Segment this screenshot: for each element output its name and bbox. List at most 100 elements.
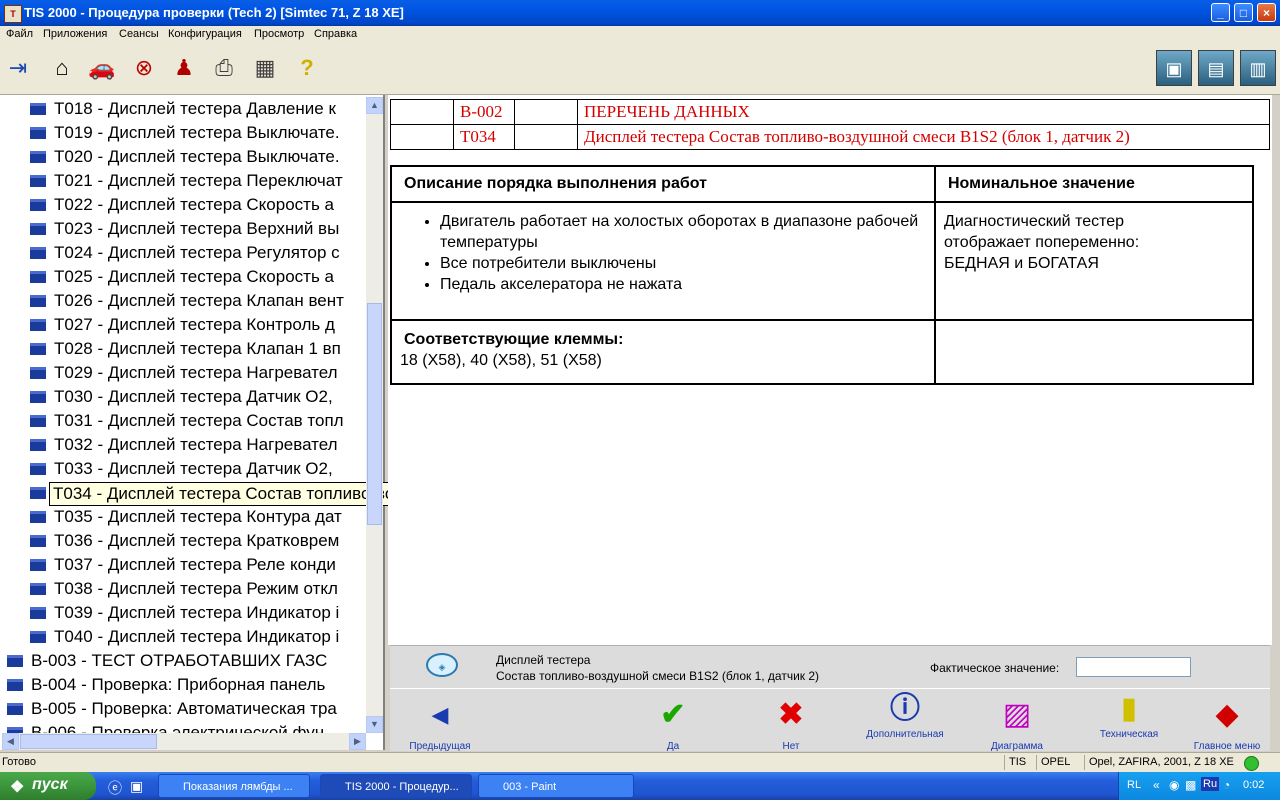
tree-item[interactable]: T038 - Дисплей тестера Режим откл (30, 577, 366, 601)
stop-icon[interactable]: ⊗ (128, 52, 160, 84)
technical-button[interactable]: ▮ Техническая (1084, 689, 1174, 751)
tree-item[interactable]: T026 - Дисплей тестера Клапан вент (30, 289, 366, 313)
tree-horizontal-scrollbar[interactable]: ◀ ▶ (2, 733, 366, 750)
tree-item-label: T033 - Дисплей тестера Датчик О2, (54, 459, 333, 478)
main-menu-button[interactable]: ◆ Главное меню (1182, 689, 1272, 752)
show-desktop-icon[interactable]: ▣ (130, 778, 143, 795)
yes-button[interactable]: ✔ Да (628, 689, 718, 752)
folder-icon (30, 463, 46, 475)
tree-item[interactable]: T027 - Дисплей тестера Контроль д (30, 313, 366, 337)
folder-icon (7, 655, 23, 667)
actual-value-input[interactable] (1076, 657, 1191, 677)
vehicle-icon[interactable]: 🚗 (86, 52, 118, 84)
folder-icon (30, 559, 46, 571)
tray-network-icon[interactable]: ◉ (1169, 778, 1179, 792)
help-icon[interactable]: ? (291, 52, 323, 84)
nominal-value-line: БЕДНАЯ и БОГАТАЯ (944, 255, 1099, 272)
tree-item[interactable]: T018 - Дисплей тестера Давление к (30, 97, 366, 121)
vertical-scroll-thumb[interactable] (367, 303, 382, 525)
vehicle-database-icon[interactable]: ▥ (1240, 50, 1276, 86)
tree-item[interactable]: T032 - Дисплей тестера Нагревател (30, 433, 366, 457)
tree-item[interactable]: T021 - Дисплей тестера Переключат (30, 169, 366, 193)
tree-item-label: T035 - Дисплей тестера Контура дат (54, 507, 342, 526)
tree-item-label: T026 - Дисплей тестера Клапан вент (54, 291, 344, 310)
tree-item[interactable]: T033 - Дисплей тестера Датчик О2, (30, 457, 366, 481)
procedure-content: B-002 ПЕРЕЧЕНЬ ДАННЫХ T034 Дисплей тесте… (388, 95, 1272, 645)
maximize-button[interactable]: □ (1234, 3, 1253, 22)
tech2-icon[interactable]: ▣ (1156, 50, 1192, 86)
folder-icon (30, 631, 46, 643)
previous-button[interactable]: ◀ Предыдущая (395, 689, 485, 752)
folder-icon (30, 487, 46, 499)
menu-file[interactable]: Файл (6, 28, 33, 40)
header-code-b002: B-002 (453, 99, 515, 125)
no-button[interactable]: ✖ Нет (746, 689, 836, 752)
tree-group[interactable]: B-004 - Проверка: Приборная панель (7, 673, 366, 697)
folder-icon (30, 583, 46, 595)
header-table: B-002 ПЕРЕЧЕНЬ ДАННЫХ T034 Дисплей тесте… (390, 99, 1270, 150)
tree-item[interactable]: T030 - Дисплей тестера Датчик О2, (30, 385, 366, 409)
menu-applications[interactable]: Приложения (43, 28, 107, 40)
start-button[interactable]: ❖ пуск (0, 772, 96, 800)
task-paint[interactable]: 003 - Paint (478, 774, 634, 798)
tree-item[interactable]: T019 - Дисплей тестера Выключате. (30, 121, 366, 145)
folder-icon (30, 247, 46, 259)
app-icon[interactable]: T (4, 5, 22, 23)
graph-icon: ▨ (1002, 698, 1032, 731)
tree-item-label: T021 - Дисплей тестера Переключат (54, 171, 343, 190)
scroll-up-icon[interactable]: ▲ (366, 97, 383, 114)
scroll-left-icon[interactable]: ◀ (2, 733, 19, 750)
tree-group[interactable]: B-003 - ТЕСТ ОТРАБОТАВШИХ ГАЗС (7, 649, 366, 673)
additional-info-button[interactable]: ⓘ Дополнительная (860, 689, 950, 751)
task-lambda[interactable]: Показания лямбды ... (158, 774, 310, 798)
tray-security-icon[interactable]: ▩ (1185, 778, 1196, 792)
user-icon[interactable]: ♟ (168, 52, 200, 84)
minimize-button[interactable]: _ (1211, 3, 1230, 22)
tray-volume-icon[interactable]: ◔ (1223, 778, 1230, 792)
keyboard-icon[interactable]: ▦ (249, 52, 281, 84)
connection-status-icon (1244, 756, 1259, 771)
tree-item[interactable]: T029 - Дисплей тестера Нагревател (30, 361, 366, 385)
menu-view[interactable]: Просмотр (254, 28, 304, 40)
folder-icon (30, 199, 46, 211)
horizontal-scroll-thumb[interactable] (20, 734, 157, 749)
tray-keyboard-layout[interactable]: Ru (1201, 777, 1220, 791)
scroll-right-icon[interactable]: ▶ (349, 733, 366, 750)
home-icon[interactable]: ⌂ (46, 52, 78, 84)
close-button[interactable]: × (1257, 3, 1276, 22)
tree-item-label: T028 - Дисплей тестера Клапан 1 вп (54, 339, 341, 358)
tray-expand-icon[interactable]: « (1153, 778, 1160, 792)
language-indicator[interactable]: RL (1127, 779, 1141, 791)
task-tis2000[interactable]: TIS 2000 - Процедур... (320, 774, 472, 798)
diagram-button[interactable]: ▨ Диаграмма (972, 689, 1062, 752)
step-item: Двигатель работает на холостых оборотах … (440, 211, 934, 253)
status-app: TIS (1004, 755, 1039, 770)
nominal-value: Диагностический тестер отображает попере… (934, 201, 1254, 321)
nominal-value-line: Диагностический тестер (944, 213, 1125, 230)
tree-item[interactable]: T024 - Дисплей тестера Регулятор с (30, 241, 366, 265)
print-icon[interactable]: ⎙ (208, 52, 240, 84)
menu-sessions[interactable]: Сеансы (119, 28, 159, 40)
tree-item[interactable]: T025 - Дисплей тестера Скорость а (30, 265, 366, 289)
folder-icon (30, 223, 46, 235)
tree-item[interactable]: T036 - Дисплей тестера Кратковрем (30, 529, 366, 553)
tree-item[interactable]: T023 - Дисплей тестера Верхний вы (30, 217, 366, 241)
tree-item[interactable]: T031 - Дисплей тестера Состав топл (30, 409, 366, 433)
exit-icon[interactable]: ⇥ (2, 52, 34, 84)
tree-item[interactable]: T028 - Дисплей тестера Клапан 1 вп (30, 337, 366, 361)
tree-item[interactable]: T022 - Дисплей тестера Скорость а (30, 193, 366, 217)
tree-vertical-scrollbar[interactable]: ▲ ▼ (366, 97, 383, 733)
ie-icon[interactable]: ⓔ (108, 778, 122, 798)
tree-item[interactable]: T035 - Дисплей тестера Контура дат (30, 505, 366, 529)
folder-icon (30, 151, 46, 163)
tree-item[interactable]: T037 - Дисплей тестера Реле конди (30, 553, 366, 577)
vehicle-diagnostics-icon[interactable]: ▤ (1198, 50, 1234, 86)
menu-configuration[interactable]: Конфигурация (168, 28, 242, 40)
tree-item[interactable]: T020 - Дисплей тестера Выключате. (30, 145, 366, 169)
scroll-down-icon[interactable]: ▼ (366, 716, 383, 733)
tree-item[interactable]: T040 - Дисплей тестера Индикатор і (30, 625, 366, 649)
tree-group[interactable]: B-005 - Проверка: Автоматическая тра (7, 697, 366, 721)
tree-item[interactable]: T039 - Дисплей тестера Индикатор і (30, 601, 366, 625)
folder-icon (30, 607, 46, 619)
menu-help[interactable]: Справка (314, 28, 357, 40)
